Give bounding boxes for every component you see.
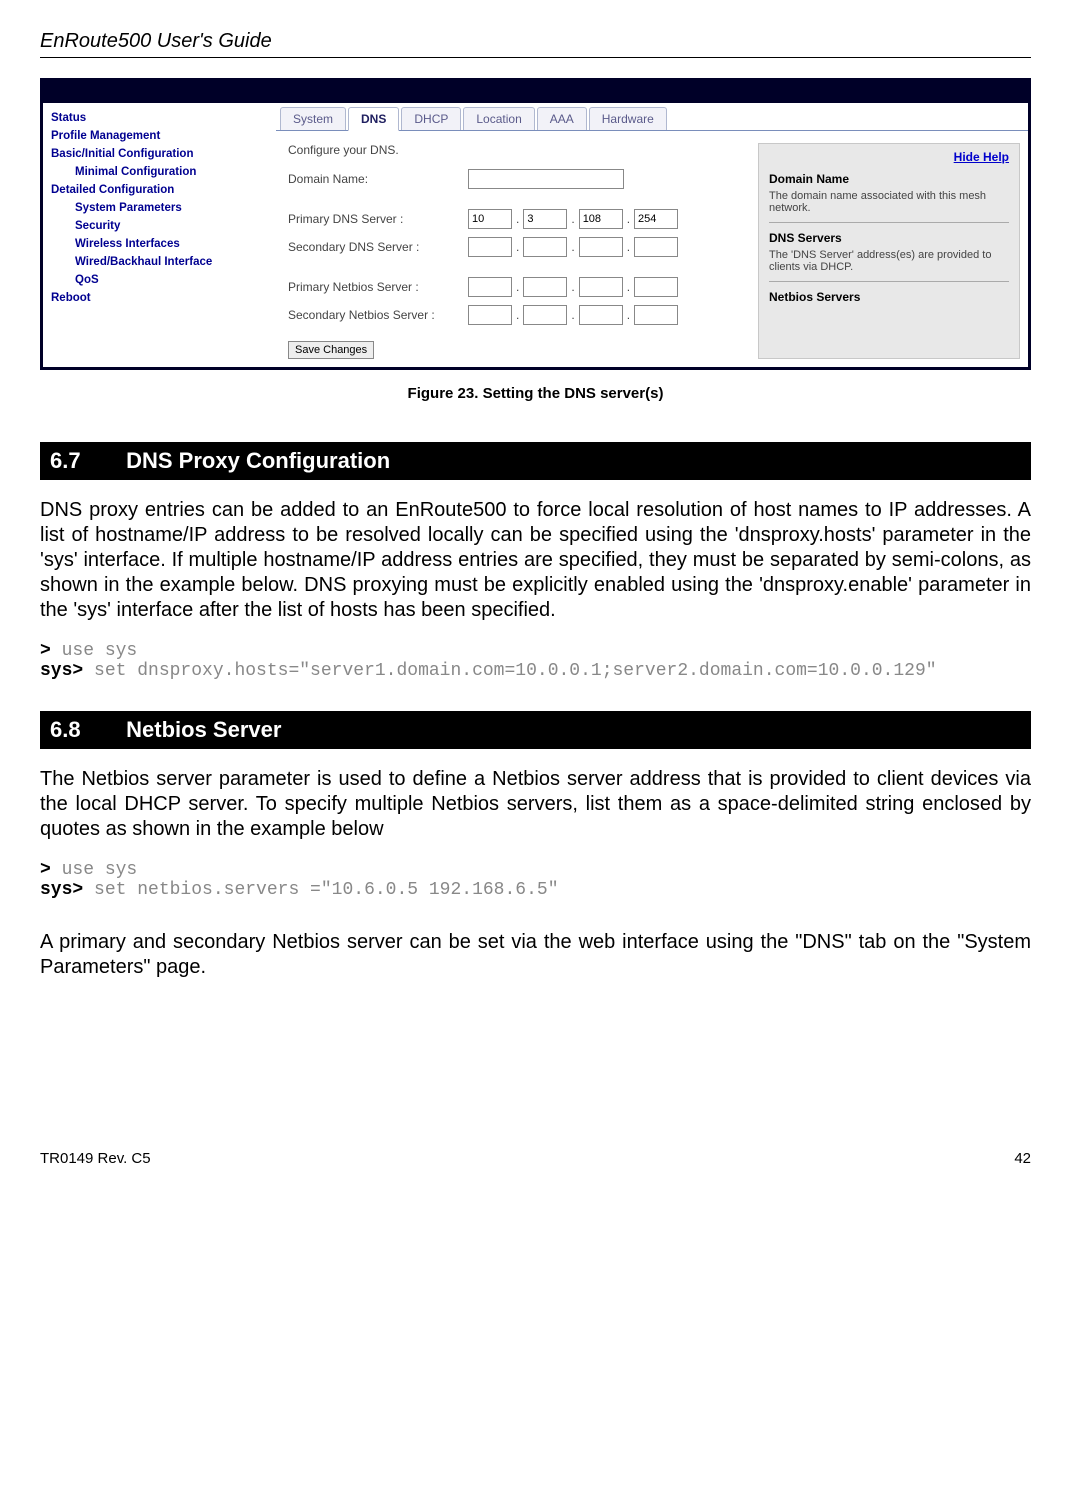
- section-num-67: 6.7: [50, 448, 120, 474]
- help-divider: [769, 222, 1009, 223]
- secondary-dns-label: Secondary DNS Server :: [288, 240, 468, 254]
- section-num-68: 6.8: [50, 717, 120, 743]
- section-67-body: DNS proxy entries can be added to an EnR…: [40, 498, 1031, 623]
- secondary-netbios-octet-2[interactable]: [523, 305, 567, 325]
- help-text-dns: The 'DNS Server' address(es) are provide…: [769, 249, 1009, 273]
- hide-help-link[interactable]: Hide Help: [769, 150, 1009, 164]
- footer-left: TR0149 Rev. C5: [40, 1150, 151, 1167]
- help-heading-netbios: Netbios Servers: [769, 290, 1009, 304]
- section-68-body2: A primary and secondary Netbios server c…: [40, 930, 1031, 980]
- primary-dns-label: Primary DNS Server :: [288, 212, 468, 226]
- sidebar-item-status[interactable]: Status: [51, 109, 276, 127]
- secondary-dns-octet-4[interactable]: [634, 237, 678, 257]
- sidebar-item-basic-config[interactable]: Basic/Initial Configuration: [51, 145, 276, 163]
- tab-dns[interactable]: DNS: [348, 107, 399, 131]
- section-68-body1: The Netbios server parameter is used to …: [40, 767, 1031, 842]
- tab-location[interactable]: Location: [463, 107, 534, 130]
- window-titlebar: [43, 81, 1028, 103]
- sidebar-item-profile[interactable]: Profile Management: [51, 127, 276, 145]
- secondary-netbios-label: Secondary Netbios Server :: [288, 308, 468, 322]
- code-block-67: > use sys sys> set dnsproxy.hosts="serve…: [40, 641, 1031, 681]
- secondary-dns-octet-3[interactable]: [579, 237, 623, 257]
- code-line: set netbios.servers ="10.6.0.5 192.168.6…: [83, 880, 558, 900]
- footer-right: 42: [1014, 1150, 1031, 1167]
- domain-name-label: Domain Name:: [288, 172, 468, 186]
- section-heading-67: 6.7 DNS Proxy Configuration: [40, 442, 1031, 480]
- section-title-67: DNS Proxy Configuration: [126, 448, 390, 473]
- sidebar-item-wireless[interactable]: Wireless Interfaces: [51, 235, 276, 253]
- sidebar-item-system-params[interactable]: System Parameters: [51, 199, 276, 217]
- dns-form: Configure your DNS. Domain Name: Primary…: [288, 143, 758, 359]
- secondary-dns-octet-2[interactable]: [523, 237, 567, 257]
- primary-netbios-octet-4[interactable]: [634, 277, 678, 297]
- primary-dns-octet-3[interactable]: [579, 209, 623, 229]
- code-prompt: >: [40, 641, 51, 661]
- document-title: EnRoute500 User's Guide: [40, 30, 1031, 53]
- help-text-domain: The domain name associated with this mes…: [769, 190, 1009, 214]
- sidebar-item-security[interactable]: Security: [51, 217, 276, 235]
- form-intro: Configure your DNS.: [288, 143, 758, 157]
- secondary-netbios-octet-1[interactable]: [468, 305, 512, 325]
- primary-dns-octet-1[interactable]: [468, 209, 512, 229]
- section-heading-68: 6.8 Netbios Server: [40, 711, 1031, 749]
- page-footer: TR0149 Rev. C5 42: [40, 1150, 1031, 1167]
- tab-dhcp[interactable]: DHCP: [401, 107, 461, 130]
- figure-caption: Figure 23. Setting the DNS server(s): [40, 385, 1031, 402]
- primary-netbios-octet-2[interactable]: [523, 277, 567, 297]
- secondary-dns-octet-1[interactable]: [468, 237, 512, 257]
- code-block-68: > use sys sys> set netbios.servers ="10.…: [40, 860, 1031, 900]
- code-line: use sys: [51, 860, 137, 880]
- primary-dns-octet-2[interactable]: [523, 209, 567, 229]
- help-divider: [769, 281, 1009, 282]
- help-heading-dns: DNS Servers: [769, 231, 1009, 245]
- header-rule: [40, 57, 1031, 58]
- tab-aaa[interactable]: AAA: [537, 107, 587, 130]
- primary-netbios-label: Primary Netbios Server :: [288, 280, 468, 294]
- secondary-netbios-octet-3[interactable]: [579, 305, 623, 325]
- tab-system[interactable]: System: [280, 107, 346, 130]
- save-changes-button[interactable]: Save Changes: [288, 341, 374, 359]
- code-prompt: sys>: [40, 880, 83, 900]
- code-prompt: >: [40, 860, 51, 880]
- code-prompt: sys>: [40, 661, 83, 681]
- sidebar-item-wired[interactable]: Wired/Backhaul Interface: [51, 253, 276, 271]
- tab-hardware[interactable]: Hardware: [589, 107, 667, 130]
- sidebar-item-reboot[interactable]: Reboot: [51, 289, 276, 307]
- primary-netbios-octet-3[interactable]: [579, 277, 623, 297]
- secondary-netbios-octet-4[interactable]: [634, 305, 678, 325]
- screenshot-figure: Status Profile Management Basic/Initial …: [40, 78, 1031, 370]
- tab-bar: System DNS DHCP Location AAA Hardware: [276, 103, 1028, 131]
- primary-dns-octet-4[interactable]: [634, 209, 678, 229]
- help-heading-domain: Domain Name: [769, 172, 1009, 186]
- code-line: set dnsproxy.hosts="server1.domain.com=1…: [83, 661, 936, 681]
- sidebar-nav: Status Profile Management Basic/Initial …: [43, 103, 276, 367]
- sidebar-item-qos[interactable]: QoS: [51, 271, 276, 289]
- sidebar-item-detailed[interactable]: Detailed Configuration: [51, 181, 276, 199]
- sidebar-item-minimal[interactable]: Minimal Configuration: [51, 163, 276, 181]
- section-title-68: Netbios Server: [126, 717, 281, 742]
- domain-name-input[interactable]: [468, 169, 624, 189]
- code-line: use sys: [51, 641, 137, 661]
- primary-netbios-octet-1[interactable]: [468, 277, 512, 297]
- help-panel: Hide Help Domain Name The domain name as…: [758, 143, 1020, 359]
